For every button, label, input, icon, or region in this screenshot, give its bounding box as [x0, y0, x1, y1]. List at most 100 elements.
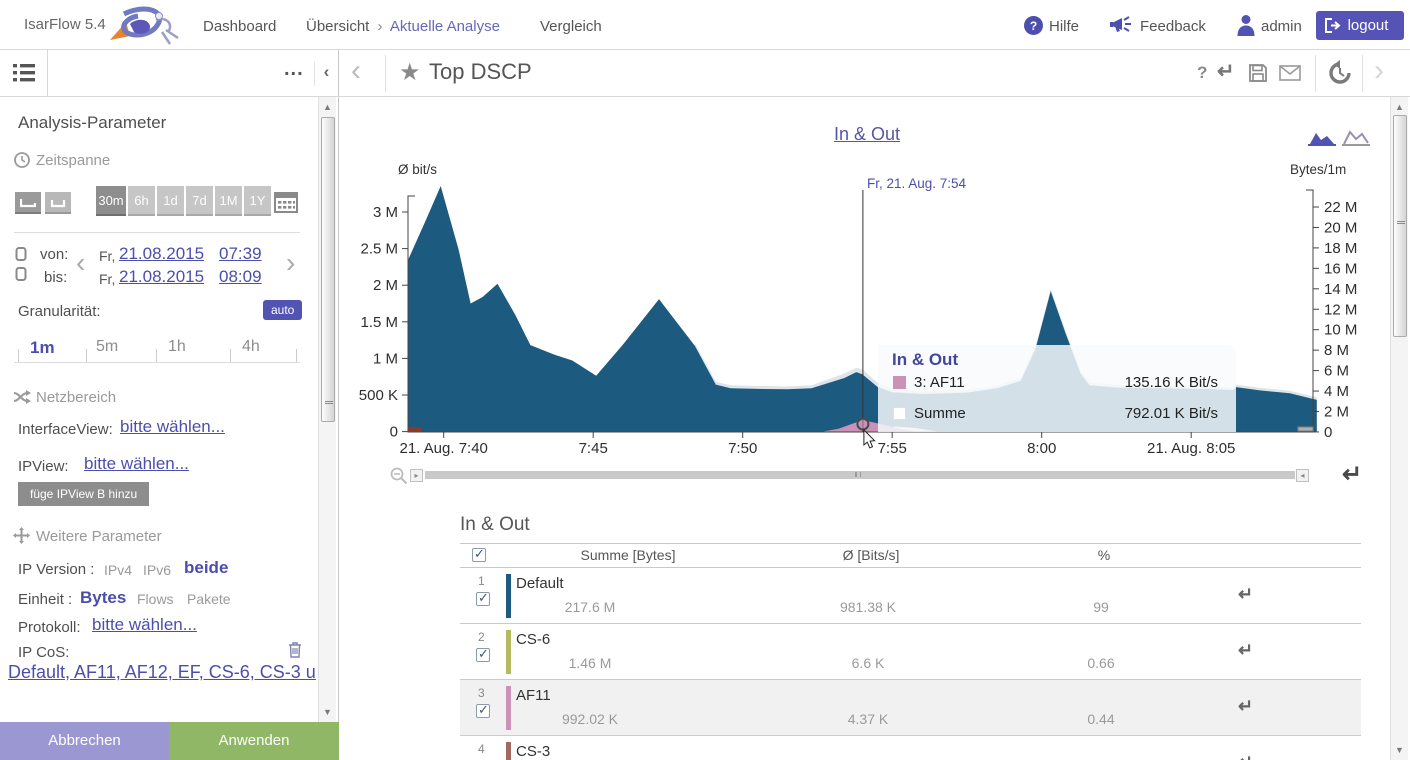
- row-rank: 4: [478, 742, 485, 756]
- ip-version-ipv6[interactable]: IPv6: [143, 562, 171, 578]
- einheit-flows[interactable]: Flows: [137, 591, 174, 607]
- nav-hilfe[interactable]: Hilfe: [1049, 18, 1079, 35]
- ip-cos-link[interactable]: Default, AF11, AF12, EF, CS-6, CS-3 und: [8, 662, 316, 683]
- svg-text:7:55: 7:55: [878, 440, 907, 457]
- scroll-up-icon[interactable]: ▲: [323, 102, 332, 112]
- row-drilldown-icon[interactable]: ↵: [1238, 696, 1253, 717]
- table-row-cs6[interactable]: 2 CS-6 1.46 M 6.6 K 0.66 ↵: [460, 624, 1361, 680]
- einheit-bytes[interactable]: Bytes: [80, 588, 126, 608]
- logout-button[interactable]: logout: [1316, 11, 1404, 40]
- cancel-button[interactable]: Abbrechen: [0, 722, 169, 760]
- overflow-menu-dots[interactable]: ...: [284, 58, 304, 81]
- preset-6h[interactable]: 6h: [128, 186, 155, 216]
- granularity-1h[interactable]: 1h: [168, 338, 186, 356]
- bis-date-link[interactable]: 21.08.2015: [119, 267, 204, 287]
- row-summe: 217.6 M: [565, 599, 616, 615]
- protokoll-link[interactable]: bitte wählen...: [92, 615, 197, 635]
- apply-return-icon[interactable]: ↵: [1217, 59, 1235, 84]
- bis-time-link[interactable]: 08:09: [219, 267, 262, 287]
- divider: [14, 362, 300, 363]
- email-icon[interactable]: [1279, 65, 1301, 81]
- svg-text:8 M: 8 M: [1324, 342, 1349, 359]
- collapse-sidebar-icon[interactable]: ‹: [314, 62, 338, 86]
- app-title: IsarFlow 5.4: [24, 16, 106, 33]
- row-checkbox[interactable]: [476, 704, 490, 718]
- line-chart-type-icon[interactable]: [1342, 128, 1370, 147]
- granularity-auto-button[interactable]: auto: [263, 300, 302, 320]
- chart-hscrollbar[interactable]: [425, 471, 1295, 479]
- window-mode-sliding-button[interactable]: [15, 192, 41, 214]
- von-date-link[interactable]: 21.08.2015: [119, 244, 204, 264]
- granularity-5m[interactable]: 5m: [96, 338, 118, 356]
- history-icon[interactable]: [1327, 60, 1353, 86]
- preset-30m[interactable]: 30m: [96, 186, 126, 216]
- calendar-icon[interactable]: [274, 190, 298, 214]
- table-row-cs3[interactable]: 4 CS-3 ↵: [460, 736, 1361, 760]
- main-scroll-thumb[interactable]: [1393, 115, 1407, 337]
- zoom-out-icon[interactable]: [390, 467, 408, 485]
- hscroll-left-button[interactable]: ▸: [410, 469, 423, 482]
- range-next-icon[interactable]: ›: [286, 247, 295, 279]
- area-chart-type-icon[interactable]: [1308, 128, 1336, 147]
- table-row-af11[interactable]: 3 AF11 992.02 K 4.37 K 0.44 ↵: [460, 680, 1361, 736]
- link-range-icon[interactable]: [15, 247, 27, 283]
- von-time-link[interactable]: 07:39: [219, 244, 262, 264]
- list-icon[interactable]: [0, 50, 48, 97]
- granularity-1m[interactable]: 1m: [30, 338, 55, 358]
- add-ipview-b-button[interactable]: füge IPView B hinzu: [18, 482, 149, 506]
- sidebar-scrollbar[interactable]: ▲ ▼: [318, 97, 336, 722]
- logout-icon: [1325, 18, 1341, 33]
- tooltip-value-af11: 135.16 K Bit/s: [1125, 374, 1218, 391]
- help-question-icon[interactable]: ?: [1197, 63, 1207, 83]
- sidebar-scroll-thumb[interactable]: [321, 117, 335, 422]
- window-mode-fixed-button[interactable]: [45, 192, 71, 214]
- col-avg[interactable]: Ø [Bits/s]: [843, 547, 900, 563]
- hscroll-right-button[interactable]: ◂: [1296, 469, 1309, 482]
- nav-user[interactable]: admin: [1261, 18, 1302, 35]
- preset-1M[interactable]: 1M: [215, 186, 242, 216]
- row-drilldown-icon[interactable]: ↵: [1238, 584, 1253, 605]
- scroll-down-icon[interactable]: ▼: [323, 707, 332, 717]
- row-drilldown-icon[interactable]: ↵: [1238, 640, 1253, 661]
- isarflow-logo: [96, 2, 186, 48]
- preset-7d[interactable]: 7d: [186, 186, 213, 216]
- col-summe[interactable]: Summe [Bytes]: [581, 547, 676, 563]
- back-chevron-icon[interactable]: ‹: [351, 54, 361, 88]
- table-row-default[interactable]: 1 Default 217.6 M 981.38 K 99 ↵: [460, 568, 1361, 624]
- breadcrumb-parent[interactable]: Übersicht: [306, 18, 369, 35]
- range-prev-icon[interactable]: ‹: [76, 247, 85, 279]
- granularitaet-label: Granularität:: [18, 303, 101, 320]
- main-header: ‹ ★ Top DSCP ? ↵ ›: [339, 50, 1410, 97]
- ip-version-beide[interactable]: beide: [184, 558, 228, 578]
- ip-version-ipv4[interactable]: IPv4: [104, 562, 132, 578]
- top-bar: IsarFlow 5.4 Dashboard Übersicht › Aktue…: [0, 0, 1410, 50]
- nav-vergleich[interactable]: Vergleich: [540, 18, 602, 35]
- apply-button[interactable]: Anwenden: [169, 722, 339, 760]
- favorite-star-icon[interactable]: ★: [399, 58, 421, 87]
- help-icon[interactable]: ?: [1024, 16, 1043, 35]
- col-pct[interactable]: %: [1098, 547, 1110, 563]
- megaphone-icon[interactable]: [1110, 15, 1132, 35]
- select-all-checkbox[interactable]: [472, 548, 486, 562]
- trash-icon[interactable]: [288, 641, 302, 658]
- row-drilldown-icon[interactable]: ↵: [1238, 752, 1253, 760]
- save-icon[interactable]: [1249, 64, 1267, 82]
- svg-text:3 M: 3 M: [373, 204, 398, 221]
- main-scrollbar[interactable]: ▲ ▼: [1390, 97, 1408, 760]
- breadcrumb-current[interactable]: Aktuelle Analyse: [390, 18, 500, 35]
- scroll-up-icon[interactable]: ▲: [1395, 102, 1404, 112]
- granularity-4h[interactable]: 4h: [242, 338, 260, 356]
- einheit-pakete[interactable]: Pakete: [187, 591, 231, 607]
- row-color-bar: [506, 686, 511, 730]
- chart-title-link[interactable]: In & Out: [834, 124, 900, 145]
- nav-feedback[interactable]: Feedback: [1140, 18, 1206, 35]
- ipview-link[interactable]: bitte wählen...: [84, 454, 189, 474]
- row-checkbox[interactable]: [476, 648, 490, 662]
- interfaceview-link[interactable]: bitte wählen...: [120, 417, 225, 437]
- row-checkbox[interactable]: [476, 592, 490, 606]
- scroll-down-icon[interactable]: ▼: [1395, 745, 1404, 755]
- preset-1d[interactable]: 1d: [157, 186, 184, 216]
- chart-return-icon[interactable]: ↵: [1342, 460, 1362, 489]
- preset-1Y[interactable]: 1Y: [244, 186, 271, 216]
- nav-dashboard[interactable]: Dashboard: [203, 18, 276, 35]
